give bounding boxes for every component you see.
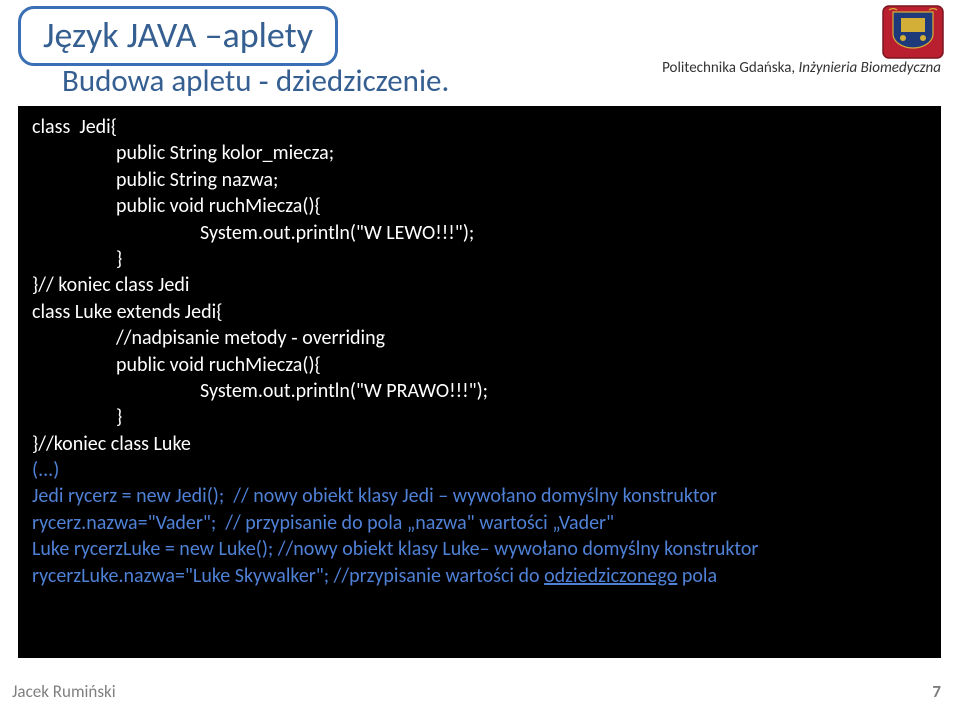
code-line: }// koniec class Jedi xyxy=(32,272,927,298)
slide-title: Język JAVA –aplety xyxy=(43,13,313,57)
code-line: public void ruchMiecza(){ xyxy=(32,193,927,219)
code-line: rycerzLuke.nazwa="Luke Skywalker"; //prz… xyxy=(32,563,927,589)
institution-dept: Inżynieria Biomedyczna xyxy=(799,59,941,77)
code-line: System.out.println("W PRAWO!!!"); xyxy=(32,378,927,404)
university-crest-icon xyxy=(881,4,945,60)
code-line: public String kolor_miecza; xyxy=(32,140,927,166)
code-line: class Luke extends Jedi{ xyxy=(32,299,927,325)
code-line: rycerz.nazwa="Vader"; // przypisanie do … xyxy=(32,510,927,536)
institution-name: Politechnika Gdańska, xyxy=(662,59,798,77)
code-line: Luke rycerzLuke = new Luke(); //nowy obi… xyxy=(32,536,927,562)
code-line: System.out.println("W LEWO!!!"); xyxy=(32,220,927,246)
code-line: public String nazwa; xyxy=(32,167,927,193)
code-line: //nadpisanie metody ‑ overriding xyxy=(32,325,927,351)
code-block: class Jedi{ public String kolor_miecza; … xyxy=(18,106,941,658)
slide-subtitle: Budowa apletu ‑ dziedziczenie. xyxy=(62,62,449,100)
code-text: rycerzLuke.nazwa="Luke Skywalker"; //prz… xyxy=(32,564,544,588)
code-text-underlined: odziedziczonego xyxy=(544,564,677,588)
code-text: pola xyxy=(677,564,717,588)
institution-label: Politechnika Gdańska, Inżynieria Biomedy… xyxy=(662,58,941,77)
code-line: class Jedi{ xyxy=(32,114,927,140)
code-line: public void ruchMiecza(){ xyxy=(32,352,927,378)
code-line: } xyxy=(32,404,927,430)
slide-title-badge: Język JAVA –aplety xyxy=(18,6,338,66)
code-line: (...) xyxy=(32,457,927,483)
footer-page-number: 7 xyxy=(932,681,941,702)
footer-author: Jacek Rumiński xyxy=(12,681,116,702)
code-line: } xyxy=(32,246,927,272)
code-line: Jedi rycerz = new Jedi(); // nowy obiekt… xyxy=(32,483,927,509)
code-line: }//koniec class Luke xyxy=(32,431,927,457)
